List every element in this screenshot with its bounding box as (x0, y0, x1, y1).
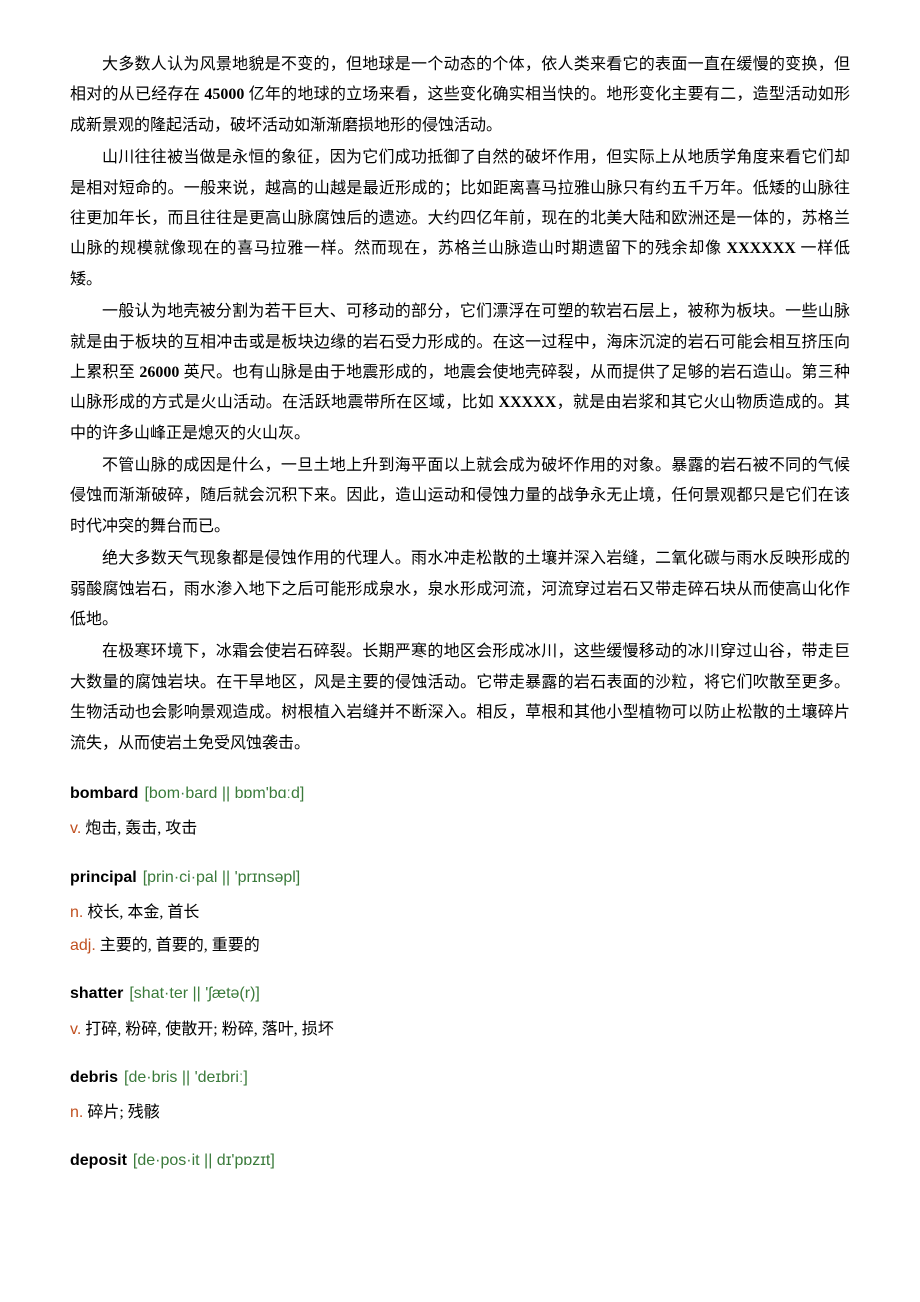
vocab-word: principal (70, 869, 137, 886)
vocab-pronunciation: [bom·bard || bɒm'bɑːd] (144, 785, 304, 802)
paragraph: 绝大多数天气现象都是侵蚀作用的代理人。雨水冲走松散的土壤并深入岩缝，二氧化碳与雨… (70, 544, 850, 635)
definition-text: 校长, 本金, 首长 (83, 904, 199, 921)
vocab-definition: v. 炮击, 轰击, 攻击 (70, 815, 850, 842)
vocab-word: shatter (70, 985, 123, 1002)
vocab-entry: shatter [shat·ter || 'ʃætə(r)] v. 打碎, 粉碎, … (70, 979, 850, 1043)
vocab-entry: debris [de·bris || 'deɪbriː] n. 碎片; 残骸 (70, 1063, 850, 1127)
vocab-pronunciation: [prin·ci·pal || 'prɪnsəpl] (143, 869, 301, 886)
vocab-definition: n. 碎片; 残骸 (70, 1099, 850, 1126)
vocabulary-list: bombard [bom·bard || bɒm'bɑːd] v. 炮击, 轰击, … (70, 779, 850, 1177)
paragraph: 大多数人认为风景地貌是不变的，但地球是一个动态的个体，依人类来看它的表面一直在缓… (70, 50, 850, 141)
definition-text: 炮击, 轰击, 攻击 (81, 820, 197, 837)
vocab-pronunciation: [de·pos·it || dɪ'pɒzɪt] (133, 1152, 275, 1169)
vocab-definition: adj. 主要的, 首要的, 重要的 (70, 932, 850, 959)
vocab-pronunciation: [shat·ter || 'ʃætə(r)] (129, 985, 260, 1002)
vocab-pronunciation: [de·bris || 'deɪbriː] (124, 1069, 248, 1086)
paragraph: 不管山脉的成因是什么，一旦土地上升到海平面以上就会成为破坏作用的对象。暴露的岩石… (70, 451, 850, 542)
part-of-speech: n. (70, 1104, 83, 1121)
part-of-speech: adj. (70, 937, 96, 954)
part-of-speech: v. (70, 1021, 81, 1038)
vocab-word: deposit (70, 1152, 127, 1169)
vocab-entry: bombard [bom·bard || bɒm'bɑːd] v. 炮击, 轰击, … (70, 779, 850, 843)
vocab-entry: principal [prin·ci·pal || 'prɪnsəpl] n. 校长… (70, 863, 850, 960)
paragraph: 山川往往被当做是永恒的象征，因为它们成功抵御了自然的破坏作用，但实际上从地质学角… (70, 143, 850, 295)
part-of-speech: v. (70, 820, 81, 837)
definition-text: 主要的, 首要的, 重要的 (96, 937, 260, 954)
vocab-entry: deposit [de·pos·it || dɪ'pɒzɪt] (70, 1146, 850, 1176)
vocab-word: bombard (70, 785, 138, 802)
vocab-definition: n. 校长, 本金, 首长 (70, 899, 850, 926)
definition-text: 打碎, 粉碎, 使散开; 粉碎, 落叶, 损坏 (81, 1021, 333, 1038)
vocab-definition: v. 打碎, 粉碎, 使散开; 粉碎, 落叶, 损坏 (70, 1016, 850, 1043)
definition-text: 碎片; 残骸 (83, 1104, 159, 1121)
part-of-speech: n. (70, 904, 83, 921)
paragraph: 一般认为地壳被分割为若干巨大、可移动的部分，它们漂浮在可塑的软岩石层上，被称为板… (70, 297, 850, 449)
vocab-word: debris (70, 1069, 118, 1086)
paragraph: 在极寒环境下，冰霜会使岩石碎裂。长期严寒的地区会形成冰川，这些缓慢移动的冰川穿过… (70, 637, 850, 759)
article-body: 大多数人认为风景地貌是不变的，但地球是一个动态的个体，依人类来看它的表面一直在缓… (70, 50, 850, 759)
